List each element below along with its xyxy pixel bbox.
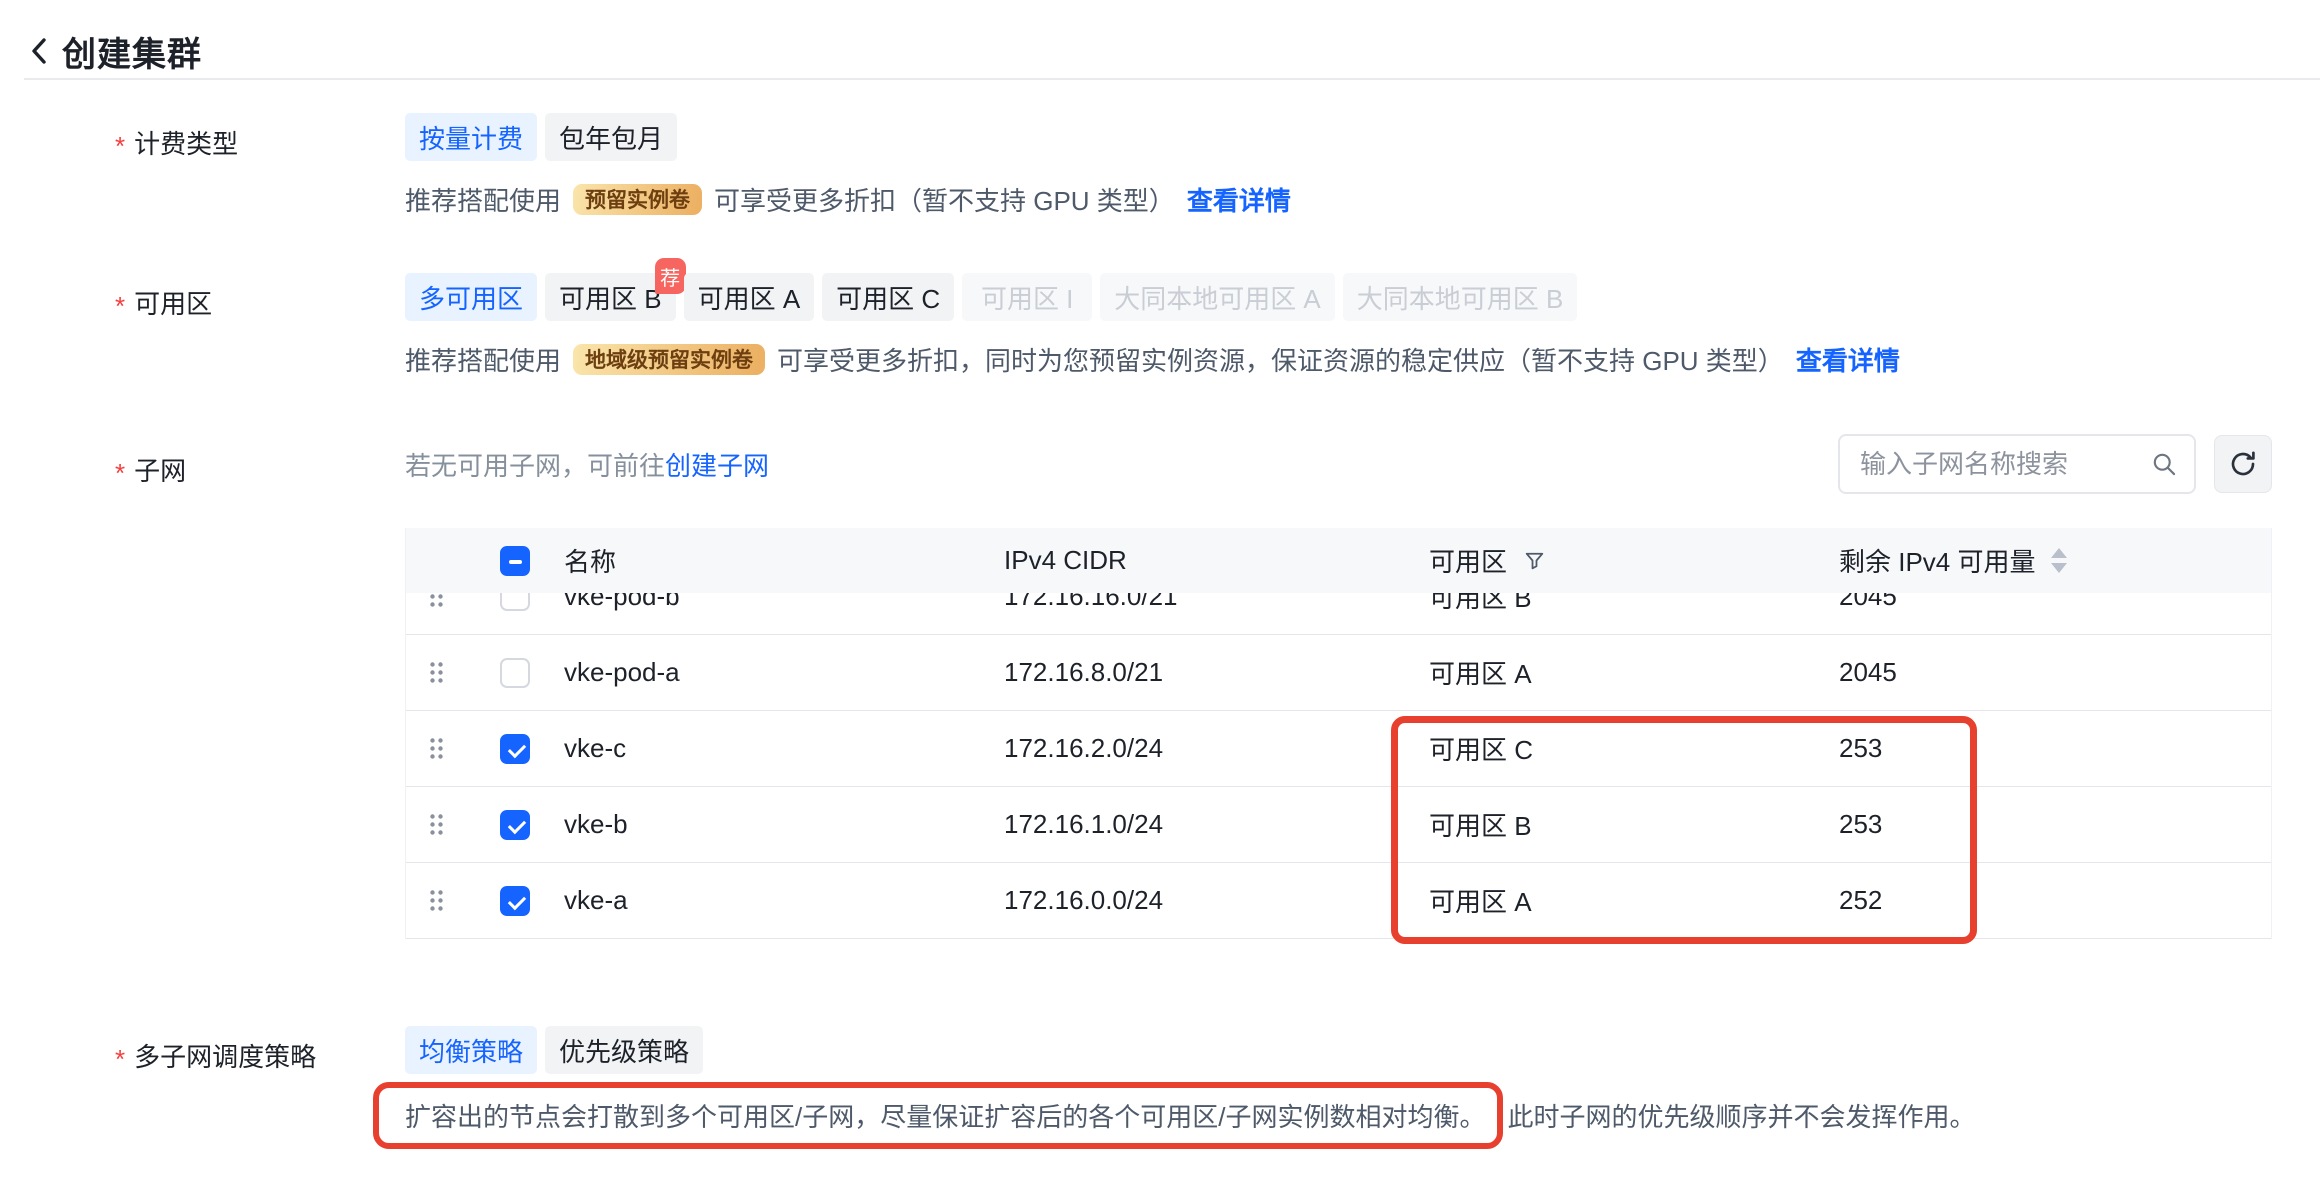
strategy-label: *多子网调度策略: [0, 1026, 405, 1149]
zone-hint: 推荐搭配使用 地域级预留实例卷 可享受更多折扣，同时为您预留实例资源，保证资源的…: [405, 343, 2320, 375]
billing-type-row: *计费类型 按量计费 包年包月 推荐搭配使用 预留实例卷 可享受更多折扣（暂不支…: [0, 113, 2320, 215]
table-row[interactable]: vke-b 172.16.1.0/24 可用区 B 253: [406, 787, 2271, 863]
strategy-hint: 扩容出的节点会打散到多个可用区/子网，尽量保证扩容后的各个可用区/子网实例数相对…: [405, 1082, 2320, 1149]
table-row[interactable]: vke-a 172.16.0.0/24 可用区 A 252: [406, 863, 2271, 939]
refresh-button[interactable]: [2214, 435, 2272, 493]
zone-option-datong-local-a: 大同本地可用区 A: [1100, 273, 1335, 321]
zone-option-a[interactable]: 可用区 A: [684, 273, 815, 321]
cell-name: vke-pod-b: [564, 593, 1004, 612]
subnet-search-input[interactable]: [1838, 434, 2196, 494]
drag-handle-icon[interactable]: [429, 737, 444, 760]
clipped-row-window: vke-pod-b 172.16.16.0/21 可用区 B 2045: [406, 593, 2271, 635]
drag-handle-icon[interactable]: [429, 593, 444, 608]
cell-name: vke-c: [564, 733, 1004, 764]
subnet-table: 名称 IPv4 CIDR 可用区 剩余 IPv4 可用量: [405, 528, 2272, 939]
required-asterisk: *: [115, 291, 125, 321]
cell-zone: 可用区 B: [1429, 593, 1839, 615]
table-row[interactable]: vke-c 172.16.2.0/24 可用区 C 253: [406, 711, 2271, 787]
cell-name: vke-pod-a: [564, 657, 1004, 688]
drag-handle-icon[interactable]: [429, 889, 444, 912]
cell-cidr: 172.16.1.0/24: [1004, 809, 1429, 840]
zone-option-datong-local-b: 大同本地可用区 B: [1343, 273, 1578, 321]
cell-cidr: 172.16.0.0/24: [1004, 885, 1429, 916]
row-checkbox[interactable]: [500, 593, 530, 611]
required-asterisk: *: [115, 458, 125, 488]
cell-name: vke-a: [564, 885, 1004, 916]
row-checkbox[interactable]: [500, 810, 530, 840]
required-asterisk: *: [115, 1044, 125, 1074]
cell-cidr: 172.16.8.0/21: [1004, 657, 1429, 688]
subnet-note: 若无可用子网，可前往创建子网: [405, 446, 769, 483]
cell-available: 2045: [1839, 593, 2271, 612]
filter-icon[interactable]: [1523, 549, 1546, 572]
drag-handle-icon[interactable]: [429, 661, 444, 684]
subnet-table-header: 名称 IPv4 CIDR 可用区 剩余 IPv4 可用量: [406, 528, 2271, 593]
strategy-row: *多子网调度策略 均衡策略 优先级策略 扩容出的节点会打散到多个可用区/子网，尽…: [0, 1026, 2320, 1149]
strategy-options: 均衡策略 优先级策略: [405, 1026, 2320, 1074]
cell-available: 253: [1839, 733, 2271, 764]
subnet-search: [1838, 434, 2196, 494]
strategy-option-balanced[interactable]: 均衡策略: [405, 1026, 537, 1074]
back-icon[interactable]: [30, 36, 48, 66]
zone-option-b[interactable]: 可用区 B 荐: [545, 273, 676, 321]
subnet-label: *子网: [0, 434, 405, 939]
billing-hint: 推荐搭配使用 预留实例卷 可享受更多折扣（暂不支持 GPU 类型） 查看详情: [405, 183, 2320, 215]
recommended-badge: 荐: [655, 258, 686, 294]
annotation-box-hint: 扩容出的节点会打散到多个可用区/子网，尽量保证扩容后的各个可用区/子网实例数相对…: [373, 1082, 1503, 1149]
search-icon[interactable]: [2151, 451, 2178, 483]
table-row[interactable]: vke-pod-a 172.16.8.0/21 可用区 A 2045: [406, 635, 2271, 711]
page-header: 创建集群: [0, 0, 2320, 78]
reserved-instance-badge: 预留实例卷: [573, 184, 702, 215]
row-checkbox[interactable]: [500, 886, 530, 916]
strategy-option-priority[interactable]: 优先级策略: [545, 1026, 703, 1074]
regional-reserved-instance-badge: 地域级预留实例卷: [573, 344, 765, 375]
create-subnet-link[interactable]: 创建子网: [665, 451, 769, 481]
drag-handle-icon[interactable]: [429, 813, 444, 836]
row-checkbox[interactable]: [500, 658, 530, 688]
zone-option-c[interactable]: 可用区 C: [822, 273, 954, 321]
cell-zone: 可用区 A: [1429, 882, 1839, 919]
table-row[interactable]: vke-pod-b 172.16.16.0/21 可用区 B 2045: [406, 593, 2271, 634]
zone-option-i: 可用区 I: [962, 273, 1092, 321]
cell-zone: 可用区 C: [1429, 730, 1839, 767]
page-title: 创建集群: [62, 27, 202, 76]
billing-view-details-link[interactable]: 查看详情: [1187, 181, 1291, 218]
cell-available: 252: [1839, 885, 2271, 916]
billing-type-options: 按量计费 包年包月: [405, 113, 2320, 161]
subnet-row: *子网 若无可用子网，可前往创建子网: [0, 434, 2320, 939]
required-asterisk: *: [115, 131, 125, 161]
cell-cidr: 172.16.2.0/24: [1004, 733, 1429, 764]
zone-row: *可用区 多可用区 可用区 B 荐 可用区 A 可用区 C 可用区 I 大同本地…: [0, 273, 2320, 375]
billing-option-monthly[interactable]: 包年包月: [545, 113, 677, 161]
billing-type-label: *计费类型: [0, 113, 405, 215]
column-header-cidr: IPv4 CIDR: [1004, 545, 1429, 576]
sort-icon[interactable]: [2051, 548, 2067, 573]
select-all-checkbox[interactable]: [500, 546, 530, 576]
cell-cidr: 172.16.16.0/21: [1004, 593, 1429, 612]
zone-options: 多可用区 可用区 B 荐 可用区 A 可用区 C 可用区 I 大同本地可用区 A…: [405, 273, 2320, 321]
zone-label: *可用区: [0, 273, 405, 375]
refresh-icon: [2227, 448, 2259, 480]
column-header-name: 名称: [564, 542, 1004, 579]
cell-zone: 可用区 A: [1429, 654, 1839, 691]
cell-available: 2045: [1839, 657, 2271, 688]
column-header-available: 剩余 IPv4 可用量: [1839, 542, 2271, 579]
column-header-zone: 可用区: [1429, 542, 1839, 579]
billing-option-pay-as-you-go[interactable]: 按量计费: [405, 113, 537, 161]
create-cluster-form: *计费类型 按量计费 包年包月 推荐搭配使用 预留实例卷 可享受更多折扣（暂不支…: [0, 80, 2320, 1149]
zone-option-multi[interactable]: 多可用区: [405, 273, 537, 321]
cell-zone: 可用区 B: [1429, 806, 1839, 843]
cell-name: vke-b: [564, 809, 1004, 840]
zone-view-details-link[interactable]: 查看详情: [1796, 341, 1900, 378]
cell-available: 253: [1839, 809, 2271, 840]
row-checkbox[interactable]: [500, 734, 530, 764]
